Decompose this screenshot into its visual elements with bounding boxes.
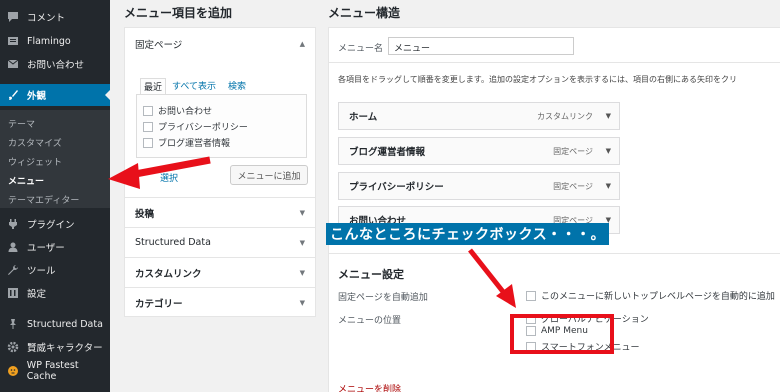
annotation-label: こんなところにチェックボックス・・・。 <box>326 223 610 245</box>
annotation-arrows <box>108 156 516 308</box>
